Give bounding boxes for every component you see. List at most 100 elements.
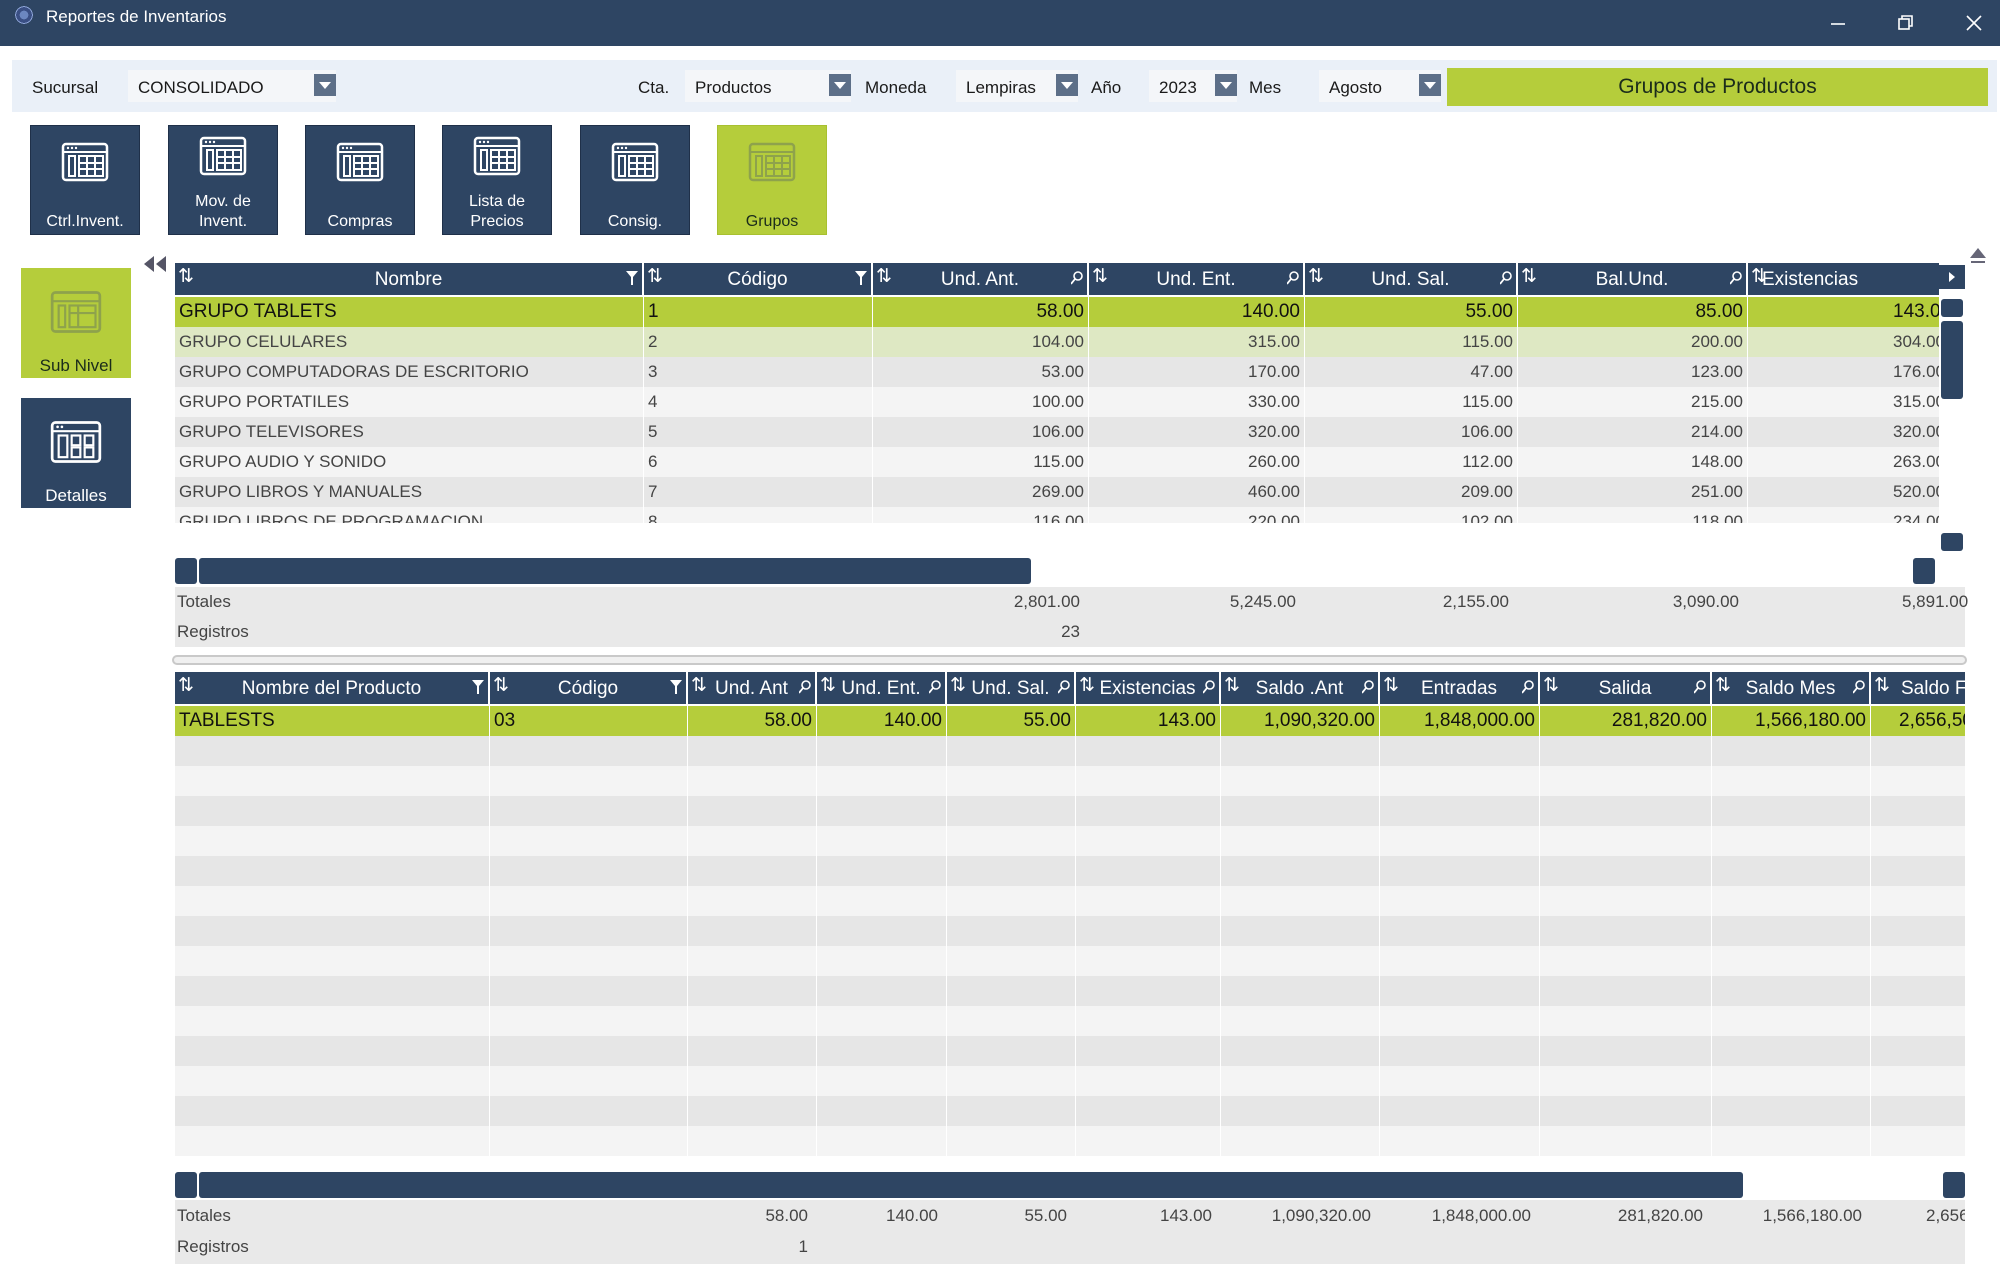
table-cell bbox=[1076, 1006, 1221, 1036]
col-bal-und[interactable]: ⇅ Bal.Und. bbox=[1518, 263, 1748, 295]
horizontal-scroll-thumb[interactable] bbox=[199, 558, 1031, 584]
col-salida[interactable]: ⇅ Salida bbox=[1540, 672, 1712, 704]
table-row[interactable]: GRUPO LIBROS Y MANUALES 7 269.00 460.00 209.… bbox=[175, 477, 1939, 507]
table-cell bbox=[1871, 796, 1965, 826]
table-cell bbox=[1871, 1066, 1965, 1096]
mes-select[interactable]: Agosto bbox=[1319, 70, 1441, 102]
col-existencias[interactable]: ⇅ Existencias bbox=[1076, 672, 1221, 704]
search-icon[interactable] bbox=[1203, 680, 1215, 694]
search-icon[interactable] bbox=[1853, 680, 1865, 694]
lista-precios-button[interactable]: Lista de Precios bbox=[442, 125, 552, 235]
ctrl-invent-button[interactable]: Ctrl.Invent. bbox=[30, 125, 140, 235]
search-icon[interactable] bbox=[1500, 271, 1512, 285]
restore-button[interactable] bbox=[1872, 0, 1940, 46]
search-icon[interactable] bbox=[1730, 271, 1742, 285]
scroll-left-button[interactable] bbox=[175, 1172, 197, 1198]
col-saldo-final[interactable]: ⇅Saldo Final bbox=[1871, 672, 1965, 704]
scroll-up-button[interactable] bbox=[1941, 299, 1963, 317]
mov-invent-button[interactable]: Mov. de Invent. bbox=[168, 125, 278, 235]
scroll-top-icon[interactable] bbox=[1969, 246, 1987, 268]
chevron-down-icon[interactable] bbox=[829, 74, 851, 96]
col-nombre-producto[interactable]: ⇅ Nombre del Producto bbox=[175, 672, 490, 704]
chevron-down-icon[interactable] bbox=[314, 74, 336, 96]
col-entradas[interactable]: ⇅ Entradas bbox=[1380, 672, 1540, 704]
table-row[interactable]: GRUPO AUDIO Y SONIDO 6 115.00 260.00 112.00 1… bbox=[175, 447, 1939, 477]
col-codigo[interactable]: ⇅ Código bbox=[490, 672, 688, 704]
table-cell bbox=[490, 916, 688, 946]
col-saldo-mes[interactable]: ⇅ Saldo Mes bbox=[1712, 672, 1871, 704]
col-und-ent[interactable]: ⇅ Und. Ent. bbox=[817, 672, 947, 704]
table-row[interactable]: GRUPO COMPUTADORAS DE ESCRITORIO 3 53.00 17… bbox=[175, 357, 1939, 387]
close-button[interactable] bbox=[1940, 0, 2000, 46]
search-icon[interactable] bbox=[929, 680, 941, 694]
search-icon[interactable] bbox=[1287, 271, 1299, 285]
column-chooser-button[interactable] bbox=[1939, 265, 1965, 289]
table-cell bbox=[817, 796, 947, 826]
consig-button[interactable]: Consig. bbox=[580, 125, 690, 235]
table-cell: 7 bbox=[644, 477, 873, 507]
header-label: Saldo Final bbox=[1901, 678, 1965, 699]
col-und-ant[interactable]: ⇅ Und. Ant bbox=[688, 672, 817, 704]
search-icon[interactable] bbox=[1058, 680, 1070, 694]
search-icon[interactable] bbox=[799, 680, 811, 694]
search-icon[interactable] bbox=[1522, 680, 1534, 694]
lista-precios-label: Lista de Precios bbox=[468, 193, 526, 230]
chevron-down-icon[interactable] bbox=[1056, 74, 1078, 96]
filter-icon[interactable] bbox=[670, 680, 682, 694]
detalles-button[interactable]: Detalles bbox=[21, 398, 131, 508]
table-cell bbox=[1540, 946, 1712, 976]
filter-icon[interactable] bbox=[472, 680, 484, 694]
chevron-down-icon[interactable] bbox=[1215, 74, 1237, 96]
col-und-ant[interactable]: ⇅ Und. Ant. bbox=[873, 263, 1089, 295]
scroll-down-button[interactable] bbox=[1941, 533, 1963, 551]
table-cell bbox=[688, 1006, 817, 1036]
table-cell bbox=[1076, 796, 1221, 826]
table-row[interactable]: GRUPO TELEVISORES 5 106.00 320.00 106.00 214.… bbox=[175, 417, 1939, 447]
table-row[interactable]: TABLESTS 03 58.00 140.00 55.00 143.00 1,090,32… bbox=[175, 706, 1965, 736]
chevron-down-icon[interactable] bbox=[1419, 74, 1441, 96]
col-existencias[interactable]: ⇅ Existencias bbox=[1748, 263, 1939, 295]
sucursal-select[interactable]: CONSOLIDADO bbox=[128, 70, 336, 102]
sub-nivel-button[interactable]: Sub Nivel bbox=[21, 268, 131, 378]
table-cell bbox=[947, 826, 1076, 856]
minimize-button[interactable] bbox=[1804, 0, 1872, 46]
col-nombre[interactable]: ⇅ Nombre bbox=[175, 263, 644, 295]
compras-button[interactable]: Compras bbox=[305, 125, 415, 235]
col-saldo-ant[interactable]: ⇅ Saldo .Ant bbox=[1221, 672, 1380, 704]
col-und-sal[interactable]: ⇅ Und. Sal. bbox=[1305, 263, 1518, 295]
vertical-scroll-thumb[interactable] bbox=[1941, 321, 1963, 399]
table-cell: 104.00 bbox=[873, 327, 1089, 357]
grupos-button[interactable]: Grupos bbox=[717, 125, 827, 235]
products-horizontal-scrollbar[interactable] bbox=[175, 1172, 1965, 1198]
collapse-left-icon[interactable] bbox=[142, 254, 170, 274]
table-cell bbox=[1871, 826, 1965, 856]
empty-row bbox=[175, 736, 1965, 766]
moneda-select[interactable]: Lempiras bbox=[956, 70, 1078, 102]
anio-select[interactable]: 2023 bbox=[1149, 70, 1237, 102]
filter-icon[interactable] bbox=[855, 271, 867, 285]
scroll-right-button[interactable] bbox=[1943, 1172, 1965, 1198]
cta-select[interactable]: Productos bbox=[685, 70, 851, 102]
groups-records-value: 23 bbox=[1061, 622, 1080, 641]
filter-icon[interactable] bbox=[626, 271, 638, 285]
search-icon[interactable] bbox=[1362, 680, 1374, 694]
groups-grid-body: GRUPO TABLETS158.00140.0055.0085.00143.0… bbox=[175, 297, 1939, 523]
table-cell bbox=[688, 1096, 817, 1126]
search-icon[interactable] bbox=[1071, 271, 1083, 285]
groups-vertical-scrollbar[interactable] bbox=[1939, 263, 1965, 559]
table-cell bbox=[175, 1126, 490, 1156]
col-und-ent[interactable]: ⇅ Und. Ent. bbox=[1089, 263, 1305, 295]
groups-horizontal-scrollbar[interactable] bbox=[175, 558, 1939, 584]
table-row[interactable]: GRUPO LIBROS DE PROGRAMACION 8 116.00 220.0… bbox=[175, 507, 1939, 523]
search-icon[interactable] bbox=[1694, 680, 1706, 694]
scroll-right-button[interactable] bbox=[1913, 558, 1935, 584]
table-row[interactable]: GRUPO PORTATILES 4 100.00 330.00 115.00 215.0… bbox=[175, 387, 1939, 417]
col-codigo[interactable]: ⇅ Código bbox=[644, 263, 873, 295]
splitter-handle[interactable] bbox=[172, 655, 1967, 665]
table-row[interactable]: GRUPO CELULARES 2 104.00 315.00 115.00 200.00… bbox=[175, 327, 1939, 357]
table-row[interactable]: GRUPO TABLETS158.00140.0055.0085.00143.0… bbox=[175, 297, 1939, 327]
col-und-sal[interactable]: ⇅ Und. Sal. bbox=[947, 672, 1076, 704]
empty-row bbox=[175, 976, 1965, 1006]
scroll-left-button[interactable] bbox=[175, 558, 197, 584]
horizontal-scroll-thumb[interactable] bbox=[199, 1172, 1743, 1198]
